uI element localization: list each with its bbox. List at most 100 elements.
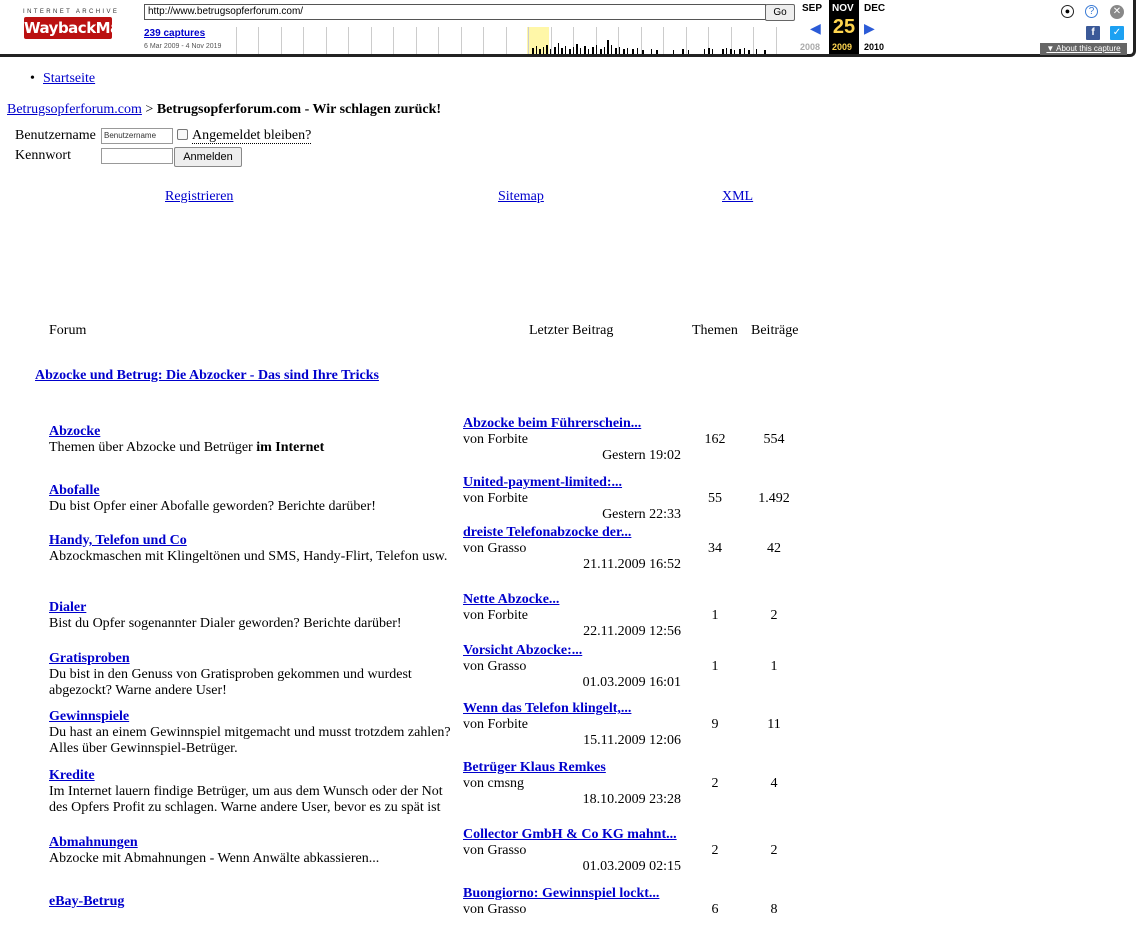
- current-day: 25: [829, 16, 859, 39]
- last-post-link[interactable]: Vorsicht Abzocke:...: [463, 643, 582, 659]
- last-post-link[interactable]: Buongiorno: Gewinnspiel lockt...: [463, 886, 659, 902]
- last-post-date: Gestern 22:33: [602, 507, 681, 522]
- capture-range: 6 Mar 2009 - 4 Nov 2019: [144, 43, 222, 50]
- login-button[interactable]: Anmelden: [174, 147, 242, 167]
- post-count: 42: [767, 541, 781, 556]
- post-count: 554: [763, 432, 785, 447]
- post-count: 2: [770, 843, 778, 858]
- forum-name-link[interactable]: Handy, Telefon und Co: [49, 533, 187, 549]
- next-month[interactable]: DEC: [864, 3, 885, 14]
- forum-row: Abmahnungen Abzocke mit Abmahnungen - Wen…: [0, 827, 1140, 893]
- current-month: NOV: [832, 3, 854, 14]
- nav-startseite[interactable]: Startseite: [30, 71, 95, 87]
- password-input[interactable]: [101, 148, 173, 164]
- forum-row: Gewinnspiele Du hast an einem Gewinnspiel…: [0, 701, 1140, 767]
- category-link[interactable]: Abzocke und Betrug: Die Abzocker - Das s…: [35, 368, 379, 384]
- forum-row: eBay-Betrug Buongiorno: Gewinnspiel lockt…: [0, 886, 1140, 952]
- last-post-author: von Forbite: [463, 432, 528, 447]
- last-post-author: von Forbite: [463, 608, 528, 623]
- last-post-link[interactable]: Wenn das Telefon klingelt,...: [463, 701, 631, 717]
- wayback-logo[interactable]: WaybackMachine: [24, 17, 163, 39]
- last-post-date: 21.11.2009 16:52: [583, 557, 681, 572]
- last-post-author: von cmsng: [463, 776, 525, 791]
- thread-count: 34: [708, 541, 722, 556]
- forum-name-link[interactable]: Gratisproben: [49, 651, 130, 667]
- post-count: 11: [767, 717, 781, 732]
- last-post-link[interactable]: Collector GmbH & Co KG mahnt...: [463, 827, 677, 843]
- breadcrumb: Betrugsopferforum.com > Betrugsopferforu…: [7, 102, 441, 118]
- forum-row: Abzocke Themen über Abzocke und Betrüger …: [0, 416, 1140, 482]
- go-button[interactable]: Go: [765, 4, 795, 21]
- breadcrumb-home-link[interactable]: Betrugsopferforum.com: [7, 102, 142, 117]
- dropdown-triangle-icon: ▼: [1046, 44, 1057, 53]
- register-link[interactable]: Registrieren: [165, 189, 233, 205]
- post-count: 8: [770, 902, 778, 917]
- thread-count: 1: [711, 608, 719, 623]
- capture-sparkline[interactable]: [236, 27, 794, 54]
- forum-description: Im Internet lauern findige Betrüger, um …: [49, 784, 454, 816]
- forum-name-link[interactable]: Abmahnungen: [49, 835, 138, 851]
- help-icon[interactable]: ?: [1085, 5, 1098, 18]
- next-year[interactable]: 2010: [864, 42, 884, 52]
- last-post-author: von Grasso: [463, 843, 527, 858]
- about-capture-button[interactable]: ▼ About this capture: [1040, 43, 1127, 55]
- thread-count: 2: [711, 843, 719, 858]
- forum-name-link[interactable]: Gewinnspiele: [49, 709, 129, 725]
- prev-year[interactable]: 2008: [800, 42, 820, 52]
- forum-name-link[interactable]: eBay-Betrug: [49, 894, 124, 910]
- last-post-date: 18.10.2009 23:28: [582, 792, 681, 807]
- forum-description-text: Du bist in den Genuss von Gratisproben g…: [49, 667, 412, 698]
- current-year: 2009: [832, 42, 853, 52]
- last-post-date: 01.03.2009 02:15: [582, 859, 681, 874]
- last-post-link[interactable]: Betrüger Klaus Remkes: [463, 760, 606, 776]
- post-count: 4: [770, 776, 778, 791]
- header-last-post: Letzter Beitrag: [529, 323, 614, 338]
- sitemap-link[interactable]: Sitemap: [498, 189, 544, 205]
- last-post-author: von Grasso: [463, 902, 527, 917]
- last-post-link[interactable]: United-payment-limited:...: [463, 475, 622, 491]
- forum-name-link[interactable]: Dialer: [49, 600, 86, 616]
- last-post-author: von Forbite: [463, 717, 528, 732]
- username-input[interactable]: Benutzername: [101, 128, 173, 144]
- forum-row: Kredite Im Internet lauern findige Betrüg…: [0, 760, 1140, 826]
- forum-description: Du bist in den Genuss von Gratisproben g…: [49, 667, 454, 699]
- password-label: Kennwort: [15, 148, 71, 163]
- header-forum: Forum: [49, 323, 87, 338]
- forum-name-link[interactable]: Abofalle: [49, 483, 100, 499]
- last-post-date: 01.03.2009 16:01: [582, 675, 681, 690]
- thread-count: 6: [711, 902, 719, 917]
- forum-name-link[interactable]: Abzocke: [49, 424, 100, 440]
- thread-count: 162: [704, 432, 726, 447]
- prev-capture-arrow-icon[interactable]: ◀: [810, 20, 821, 37]
- header-threads: Themen: [692, 323, 738, 338]
- forum-row: Handy, Telefon und Co Abzockmaschen mit K…: [0, 525, 1140, 591]
- xml-link[interactable]: XML: [722, 189, 753, 205]
- forum-description: Themen über Abzocke und Betrüger im Inte…: [49, 440, 454, 456]
- last-post-link[interactable]: dreiste Telefonabzocke der...: [463, 525, 631, 541]
- forum-description-text: Im Internet lauern findige Betrüger, um …: [49, 784, 443, 815]
- facebook-icon[interactable]: f: [1086, 26, 1100, 40]
- forum-description: Bist du Opfer sogenannter Dialer geworde…: [49, 616, 454, 632]
- last-post-link[interactable]: Abzocke beim Führerschein...: [463, 416, 641, 432]
- last-post-author: von Forbite: [463, 491, 528, 506]
- forum-description: Abzockmaschen mit Klingeltönen und SMS, …: [49, 549, 454, 565]
- url-input[interactable]: http://www.betrugsopferforum.com/: [144, 4, 766, 20]
- wayback-toolbar: INTERNET ARCHIVE WaybackMachine http://w…: [0, 0, 1136, 57]
- forum-description: Du bist Opfer einer Abofalle geworden? B…: [49, 499, 454, 515]
- close-icon[interactable]: ✕: [1110, 5, 1124, 19]
- last-post-author: von Grasso: [463, 659, 527, 674]
- next-capture-arrow-icon[interactable]: ▶: [864, 20, 875, 37]
- thread-count: 55: [708, 491, 722, 506]
- prev-month[interactable]: SEP: [802, 3, 822, 14]
- remember-me-label[interactable]: Angemeldet bleiben?: [192, 128, 312, 144]
- user-account-icon[interactable]: ●: [1061, 5, 1074, 18]
- forum-name-link[interactable]: Kredite: [49, 768, 95, 784]
- captures-link[interactable]: 239 captures: [144, 28, 205, 39]
- forum-description-text: Themen über Abzocke und Betrüger: [49, 440, 257, 455]
- breadcrumb-separator: >: [145, 102, 154, 117]
- thread-count: 2: [711, 776, 719, 791]
- twitter-icon[interactable]: ✓: [1110, 26, 1124, 40]
- last-post-date: 15.11.2009 12:06: [583, 733, 681, 748]
- remember-me-checkbox[interactable]: [177, 129, 188, 140]
- last-post-link[interactable]: Nette Abzocke...: [463, 592, 559, 608]
